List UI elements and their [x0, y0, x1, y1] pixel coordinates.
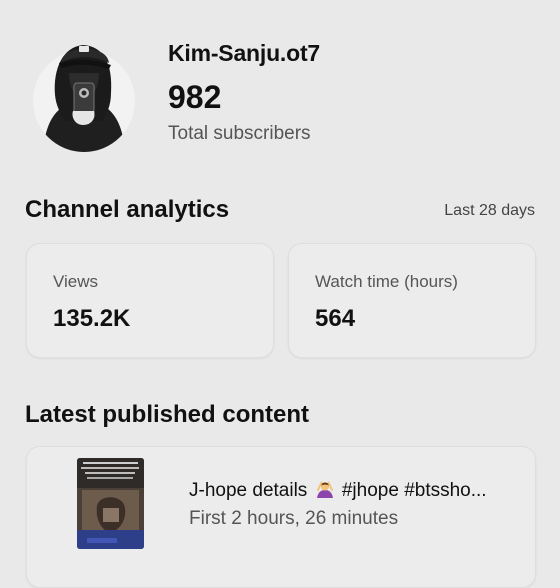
channel-name[interactable]: Kim-Sanju.ot7 [168, 40, 320, 67]
watch-time-label: Watch time (hours) [315, 272, 458, 291]
video-title-hashtags: #jhope #btssho... [341, 480, 487, 501]
views-stat-card[interactable]: Views 135.2K [26, 243, 274, 358]
channel-avatar[interactable] [33, 33, 135, 153]
watch-time-stat-card[interactable]: Watch time (hours) 564 [288, 243, 536, 358]
latest-content-heading: Latest published content [25, 401, 310, 428]
subscriber-label: Total subscribers [168, 123, 311, 144]
channel-header: Kim-Sanju.ot7 982 Total subscribers [0, 0, 560, 175]
channel-analytics-heading: Channel analytics [25, 196, 230, 223]
video-title[interactable]: J-hope details #jhope #btssho... [189, 479, 487, 502]
watch-time-value: 564 [315, 305, 356, 332]
latest-video-card[interactable]: J-hope details #jhope #btssho... First 2… [26, 446, 536, 588]
video-performance-meta: First 2 hours, 26 minutes [189, 508, 399, 529]
views-value: 135.2K [53, 305, 131, 332]
hooded-person-avatar-icon [33, 45, 135, 152]
video-thumbnail-image-icon [77, 458, 144, 549]
video-title-prefix: J-hope details [189, 480, 308, 501]
subscriber-count: 982 [168, 79, 222, 115]
period-label: Last 28 days [444, 202, 535, 219]
views-label: Views [53, 272, 99, 291]
person-gesturing-ok-icon [316, 481, 333, 498]
video-thumbnail[interactable] [77, 458, 144, 549]
